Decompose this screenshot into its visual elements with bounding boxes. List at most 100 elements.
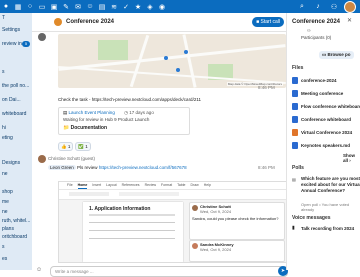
conversation-list-item[interactable]: ne xyxy=(0,171,32,177)
preview-link[interactable]: https://tech-preview.nextcloud.com/f/567… xyxy=(99,165,187,170)
folder-icon[interactable]: ▭ xyxy=(36,0,48,13)
conversation-list-item[interactable]: shop xyxy=(0,189,32,195)
unread-badge: 5 xyxy=(22,41,30,47)
file-name: Keynotes speakers.md xyxy=(301,143,351,148)
editor-tab[interactable]: Format xyxy=(161,182,172,189)
file-row[interactable]: Keynotes speakers.md xyxy=(292,141,360,150)
mail-icon[interactable]: ✉ xyxy=(72,0,84,13)
map-pin-icon[interactable] xyxy=(184,50,188,54)
notifications-icon[interactable]: ♪ xyxy=(312,0,324,13)
conversation-list-item[interactable]: Settings xyxy=(0,27,32,33)
start-call-button[interactable]: ■ Start call xyxy=(252,17,284,27)
sender-avatar xyxy=(38,33,46,41)
deck-card-preview[interactable]: ▤ Launch Event Planning ◷ 17 days ago Wa… xyxy=(58,107,190,135)
mention-chip[interactable]: Leon Green xyxy=(48,165,76,170)
message-reactions: 👍 1 ✅ 1 xyxy=(58,142,91,151)
conversation-list-item[interactable]: eting xyxy=(0,135,32,141)
editor-tab[interactable]: Home xyxy=(77,182,88,189)
activity-icon[interactable]: ≋ xyxy=(108,0,120,13)
conversation-sidebar: Conference 2024 ✕ ⚇ Participants (0) ▭ B… xyxy=(286,13,360,270)
grid-icon[interactable]: ▦ xyxy=(12,0,24,13)
pencil-icon[interactable]: ✎ xyxy=(60,0,72,13)
conversation-list: T Settings review in 5 s the poll no... on Dai… xyxy=(0,13,32,270)
dashboard-icon[interactable]: ◉ xyxy=(156,0,168,13)
conversation-list-item[interactable]: s xyxy=(0,244,32,250)
conversation-list-item[interactable]: oritchboard xyxy=(0,234,32,240)
poll-question[interactable]: Which feature are you most excited about… xyxy=(301,176,360,194)
comment[interactable]: Christine Schott Wed, Oct 9, 2024 Sandra… xyxy=(189,202,285,240)
editor-tab[interactable]: References xyxy=(122,182,140,189)
top-search-icon[interactable]: ⌕ xyxy=(296,0,308,13)
deck-card-due: 17 days ago xyxy=(129,110,154,115)
file-icon xyxy=(292,142,298,149)
editor-tab[interactable]: File xyxy=(67,182,73,189)
editor-tab[interactable]: Table xyxy=(177,182,185,189)
contacts-menu-icon[interactable]: ⚇ xyxy=(328,0,340,13)
conversation-list-item[interactable]: me xyxy=(0,199,32,205)
editor-tab[interactable]: Draw xyxy=(191,182,199,189)
file-name: Conference whiteboard xyxy=(301,117,352,122)
map-pin-icon[interactable] xyxy=(164,56,168,60)
reaction-check[interactable]: ✅ 1 xyxy=(75,142,91,151)
browse-icon: ▭ xyxy=(322,52,327,57)
deck-card-attachment[interactable]: Documentation xyxy=(71,125,107,131)
files-header: Files xyxy=(292,65,304,71)
top-navigation-bar: ● ▦ ○ ▭ ▣ ✎ ✉ ☺ ▤ ≋ ✓ ★ ◈ ◉ ⌕ ♪ ⚇ xyxy=(0,0,360,13)
file-row[interactable]: Meeting conference xyxy=(292,89,360,98)
show-all-link[interactable]: Show all › xyxy=(343,153,360,163)
close-icon[interactable]: ✕ xyxy=(347,17,352,24)
editor-tab[interactable]: Help xyxy=(204,182,211,189)
user-avatar[interactable] xyxy=(344,0,356,13)
file-row[interactable]: Virtual Conference 2024 xyxy=(292,128,360,137)
file-row[interactable]: conference-2024 xyxy=(292,76,360,85)
conversation-list-item[interactable]: plans xyxy=(0,226,32,232)
voice-messages-header: Voice messages xyxy=(292,215,331,221)
sidebar-title: Conference 2024 xyxy=(292,19,341,25)
conversation-list-item[interactable]: ne xyxy=(0,209,32,215)
map-pin-icon[interactable] xyxy=(176,68,180,72)
deck-card-status: Waiting for review in Hub 9 Product Laun… xyxy=(63,117,150,122)
flow-icon[interactable]: ◈ xyxy=(144,0,156,13)
reaction-thumbs-up[interactable]: 👍 1 xyxy=(58,142,74,151)
conversation-title: Conference 2024 xyxy=(66,19,115,25)
tab-participants[interactable]: Participants (0) xyxy=(301,35,331,40)
conversation-list-item[interactable]: on Dai... xyxy=(0,97,32,103)
contacts-icon[interactable]: ☺ xyxy=(84,0,96,13)
deck-card-title[interactable]: Launch Event Planning xyxy=(69,110,115,115)
conversation-list-item[interactable]: the poll no... xyxy=(0,83,32,89)
conversation-avatar xyxy=(54,18,62,26)
message-input[interactable]: Write a message ... ➤ xyxy=(50,266,288,277)
conversation-list-item[interactable]: whiteboard xyxy=(0,111,32,117)
comment[interactable]: Sandra McKinney Wed, Oct 9, 2024 xyxy=(189,240,285,262)
message-time: 8:46 PM xyxy=(258,85,275,90)
calendar-icon: ▤ xyxy=(63,110,68,115)
image-icon[interactable]: ▣ xyxy=(48,0,60,13)
conversation-header: Conference 2024 ■ Start call xyxy=(32,13,286,32)
conversation-list-item[interactable]: ruth, whitel... xyxy=(0,218,32,224)
search-icon[interactable]: ○ xyxy=(24,0,36,13)
nextcloud-logo-icon[interactable]: ● xyxy=(0,0,12,13)
conversation-list-item[interactable]: s xyxy=(0,69,32,75)
location-map[interactable]: Map data © OpenStreetMap contributors xyxy=(58,34,286,88)
document-page: 1. Application Information xyxy=(83,202,183,262)
voice-item[interactable]: Talk recording from 2024 xyxy=(301,226,354,231)
file-row[interactable]: Conference whiteboard xyxy=(292,115,360,124)
poll-status: Open poll • You have voted already xyxy=(301,202,350,212)
editor-tab[interactable]: Insert xyxy=(92,182,101,189)
check-icon[interactable]: ✓ xyxy=(120,0,132,13)
document-preview[interactable]: File Home Insert Layout References Review Form… xyxy=(58,181,288,263)
editor-tabs: File Home Insert Layout References Review Form… xyxy=(59,182,287,190)
conversation-list-item[interactable]: hi xyxy=(0,125,32,131)
file-icon xyxy=(292,116,298,123)
calendar-icon[interactable]: ▤ xyxy=(96,0,108,13)
conversation-list-item[interactable]: Designs xyxy=(0,160,32,166)
browse-button[interactable]: ▭ Browse po xyxy=(319,51,354,59)
star-icon[interactable]: ★ xyxy=(132,0,144,13)
conversation-list-item[interactable]: T xyxy=(0,15,32,21)
editor-tab[interactable]: Layout xyxy=(106,182,117,189)
file-name: Flow conference whiteboard xyxy=(301,104,360,109)
conversation-list-item[interactable]: es xyxy=(0,256,32,262)
emoji-icon[interactable]: ☺ xyxy=(36,267,46,277)
editor-tab[interactable]: Review xyxy=(145,182,156,189)
file-row[interactable]: Flow conference whiteboard xyxy=(292,102,360,111)
